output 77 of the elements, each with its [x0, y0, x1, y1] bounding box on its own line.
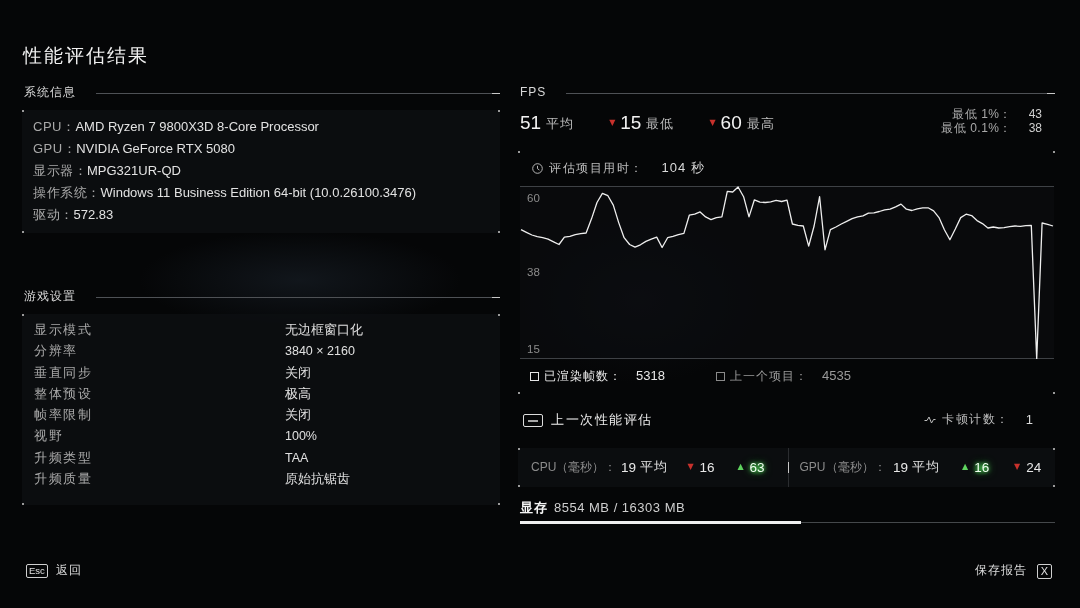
info-value: 572.83	[73, 206, 114, 224]
fps-value: 15	[620, 112, 642, 134]
setting-value: 3840 × 2160	[285, 343, 355, 361]
vram-label: 显存	[520, 500, 548, 517]
setting-label: 分辨率	[34, 343, 78, 361]
legend-square-icon	[716, 372, 725, 381]
percentile-label: 最低 1%：	[952, 107, 1012, 121]
info-value: Windows 11 Business Edition 64-bit (10.0.26100.3476)	[100, 184, 417, 202]
section-heading: 上一次性能评估	[551, 411, 653, 429]
fps-label: 平均	[546, 116, 575, 133]
setting-value: 极高	[285, 385, 311, 403]
timing-label: CPU（毫秒）：	[531, 459, 618, 476]
setting-value: 关闭	[285, 364, 311, 382]
setting-value: 关闭	[285, 407, 311, 425]
duration-value: 104 秒	[661, 160, 705, 177]
spacebar-key-icon	[523, 413, 543, 427]
trend-arrow: ▼	[687, 463, 694, 472]
setting-label: 视野	[34, 428, 63, 446]
page-title: 性能评估结果	[23, 44, 149, 68]
setting-label: 帧率限制	[34, 407, 92, 425]
setting-label: 升频类型	[34, 449, 92, 467]
info-label: GPU：	[33, 140, 77, 158]
info-label: CPU：	[33, 118, 76, 136]
average-value: 19	[893, 458, 909, 477]
counter-label: 已渲染帧数：	[544, 368, 622, 385]
trend-arrow: ▲	[962, 463, 969, 472]
x-key-cap: X	[1036, 563, 1052, 579]
info-value: NVIDIA GeForce RTX 5080	[76, 140, 235, 158]
trend-arrow: ▼	[1014, 463, 1021, 472]
section-heading: 游戏设置	[23, 289, 76, 305]
fps-label: 最高	[746, 116, 775, 133]
legend-square-icon	[530, 372, 539, 381]
percentile-value: 43	[1028, 107, 1042, 121]
section-heading: FPS	[519, 85, 547, 101]
info-value: AMD Ryzen 7 9800X3D 8-Core Processor	[75, 118, 319, 136]
average-label: 平均	[912, 459, 941, 476]
fps-value: 60	[720, 112, 742, 134]
setting-label: 升频质量	[34, 471, 92, 489]
info-label: 操作系统：	[33, 184, 101, 202]
average-value: 19	[621, 458, 636, 477]
setting-label: 垂直同步	[34, 364, 92, 382]
setting-value: 原始抗锯齿	[285, 471, 350, 489]
percentile-label: 最低 0.1%：	[941, 121, 1012, 135]
info-label: 驱动：	[33, 206, 74, 224]
trend-arrow: ▼	[709, 119, 716, 127]
trend-arrow: ▼	[609, 119, 616, 127]
counter-label: 上一个项目：	[730, 368, 808, 385]
back-button[interactable]: 返回	[55, 563, 82, 579]
save-report-button[interactable]: 保存报告	[974, 563, 1027, 579]
setting-label: 整体预设	[34, 385, 92, 403]
section-heading: 系统信息	[23, 85, 76, 101]
y-axis-label: 15	[527, 342, 540, 355]
duration-label: 评估项目用时：	[549, 160, 644, 177]
pulse-icon	[924, 416, 937, 424]
percentile-value: 38	[1028, 121, 1042, 135]
vram-value: 8554 MB / 16303 MB	[554, 500, 686, 517]
y-axis-label: 60	[527, 191, 540, 204]
fps-value: 51	[520, 112, 542, 134]
setting-value: TAA	[285, 449, 309, 467]
esc-key-cap: Esc	[26, 564, 48, 578]
trend-arrow: ▲	[737, 463, 744, 472]
info-value: MPG321UR-QD	[87, 162, 181, 180]
timing-value: 24	[1025, 458, 1043, 477]
counter-value: 5318	[636, 368, 665, 385]
y-axis-label: 38	[527, 265, 540, 278]
setting-value: 无边框窗口化	[285, 322, 363, 339]
timing-label: GPU（毫秒）：	[799, 459, 887, 476]
setting-label: 显示模式	[34, 322, 92, 339]
setting-value: 100%	[285, 428, 317, 446]
counter-value: 4535	[822, 368, 851, 385]
fps-label: 最低	[646, 116, 675, 133]
average-label: 平均	[640, 459, 668, 476]
clock-icon	[532, 163, 543, 174]
timing-value: 16	[698, 458, 716, 477]
stutter-label: 卡顿计数：	[942, 412, 1010, 428]
info-label: 显示器：	[33, 162, 87, 180]
stutter-value: 1	[1025, 411, 1033, 429]
